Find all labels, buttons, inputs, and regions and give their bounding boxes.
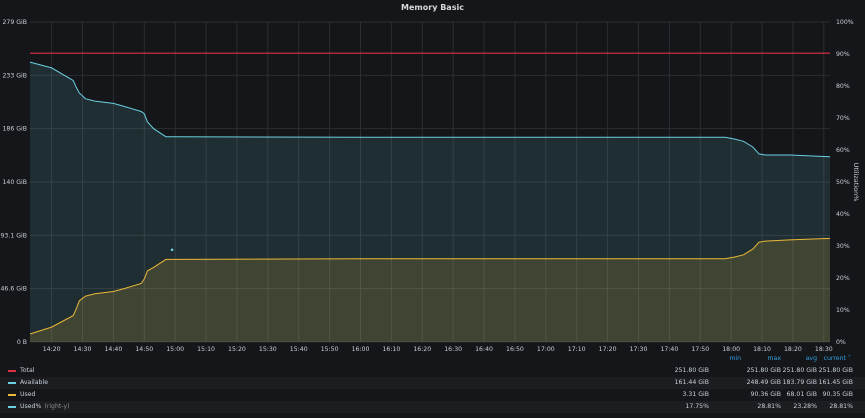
x-tick-label: 18:00: [722, 346, 740, 352]
y-tick-label-right: 40%: [836, 211, 850, 218]
legend-axis-note: (right-y): [44, 403, 70, 410]
x-tick-label: 14:20: [43, 346, 61, 352]
legend-series-name: Used% (right-y): [20, 403, 70, 410]
y-tick-label-right: 10%: [836, 307, 850, 314]
x-tick-label: 15:40: [290, 346, 308, 352]
legend-series-name: Used: [20, 391, 36, 398]
y-tick-label-right: 20%: [836, 275, 850, 282]
y-tick-label-right: 70%: [836, 115, 850, 122]
y-tick-label-left: 233 GiB: [2, 72, 27, 79]
y-tick-label-right: 80%: [836, 83, 850, 90]
legend-header-current[interactable]: current ˅: [805, 355, 851, 364]
x-tick-label: 16:10: [382, 346, 400, 352]
x-tick-label: 16:30: [444, 346, 462, 352]
legend-series-name: Available: [20, 379, 49, 386]
legend-row-used-percent[interactable]: Used% (right-y) 17.75% 28.81% 23.28% 28.8…: [0, 401, 865, 413]
y-tick-label-left: 279 GiB: [2, 19, 27, 26]
legend-series-name: Total: [20, 367, 35, 374]
x-tick-label: 15:10: [197, 346, 215, 352]
legend-row-used[interactable]: Used 3.31 GiB 90.36 GiB 68.01 GiB 90.35 …: [0, 389, 865, 401]
legend-swatch: [8, 406, 16, 408]
x-tick-label: 17:30: [630, 346, 648, 352]
x-tick-label: 17:50: [691, 346, 709, 352]
y-tick-label-left: 0 B: [17, 339, 27, 346]
legend-swatch: [8, 382, 16, 384]
x-tick-label: 16:20: [413, 346, 431, 352]
x-tick-label: 17:40: [660, 346, 678, 352]
y-tick-label-right: 50%: [836, 179, 850, 186]
y-tick-label-left: 186 GiB: [2, 126, 27, 133]
legend-row-available[interactable]: Available 161.44 GiB 248.49 GiB 183.79 G…: [0, 377, 865, 389]
y-tick-label-left: 46.6 GiB: [0, 286, 27, 293]
y-tick-label-right: 100%: [836, 19, 854, 26]
legend-min: 161.44 GiB: [674, 379, 709, 386]
y-tick-label-right: 60%: [836, 147, 850, 154]
x-tick-label: 14:30: [74, 346, 92, 352]
legend-row-total[interactable]: Total 251.80 GiB 251.80 GiB 251.80 GiB 2…: [0, 365, 865, 377]
x-tick-label: 16:50: [506, 346, 524, 352]
legend-current: 161.45 GiB: [818, 379, 853, 386]
y-tick-label-right: 30%: [836, 243, 850, 250]
legend-current: 28.81%: [829, 403, 853, 410]
memory-chart[interactable]: 0 B 46.6 GiB 93.1 GiB 140 GiB 186 GiB 233 GiB…: [0, 0, 865, 352]
x-tick-label: 15:00: [166, 346, 184, 352]
legend-swatch: [8, 394, 16, 396]
x-tick-label: 18:10: [753, 346, 771, 352]
legend-min: 251.80 GiB: [674, 367, 709, 374]
y-tick-label-right: 90%: [836, 51, 850, 58]
y-axis-label-right: Utilization%: [852, 163, 860, 202]
data-point-used-percent: [170, 248, 174, 252]
x-tick-label: 18:20: [784, 346, 802, 352]
memory-basic-panel: Memory Basic 0 B 46.6 GiB 93.1 GiB 140 GiB 1…: [0, 0, 865, 418]
legend-min: 3.31 GiB: [682, 391, 709, 398]
y-tick-label-left: 140 GiB: [2, 179, 27, 186]
x-tick-label: 14:50: [135, 346, 153, 352]
x-tick-label: 16:40: [475, 346, 493, 352]
x-tick-label: 14:40: [104, 346, 122, 352]
legend-min: 17.75%: [685, 403, 709, 410]
x-tick-label: 17:20: [599, 346, 617, 352]
legend-table: min max avg current ˅ Total 251.80 GiB 2…: [0, 354, 865, 418]
x-tick-label: 15:50: [321, 346, 339, 352]
y-tick-label-right: 0%: [836, 339, 846, 346]
x-tick-label: 16:00: [352, 346, 370, 352]
x-tick-label: 15:20: [228, 346, 246, 352]
x-tick-label: 17:00: [537, 346, 555, 352]
y-tick-label-left: 93.1 GiB: [0, 232, 27, 239]
x-tick-label: 18:30: [815, 346, 833, 352]
legend-current: 251.80 GiB: [818, 367, 853, 374]
x-tick-label: 17:10: [568, 346, 586, 352]
x-tick-label: 15:30: [259, 346, 277, 352]
legend-swatch: [8, 370, 16, 372]
legend-current: 90.35 GiB: [822, 391, 853, 398]
